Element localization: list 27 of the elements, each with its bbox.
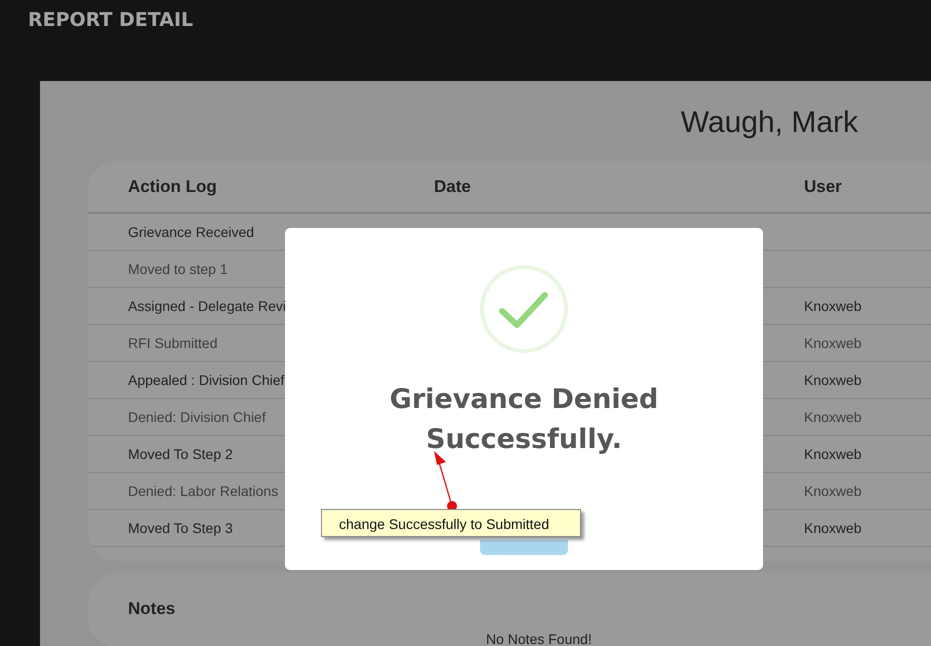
table-cell: Knoxweb: [804, 520, 862, 536]
column-header: Date: [434, 176, 472, 196]
confirm-button[interactable]: [480, 540, 568, 555]
table-cell: RFI Submitted: [128, 335, 218, 351]
table-cell: Knoxweb: [804, 483, 862, 499]
page-title: REPORT DETAIL: [28, 9, 194, 31]
column-header: User: [804, 176, 843, 196]
table-cell: Grievance Received: [128, 224, 254, 240]
table-cell: Knoxweb: [804, 409, 862, 425]
table-cell: Denied: Labor Relations: [128, 483, 278, 499]
column-header: Action Log: [128, 176, 218, 196]
table-cell: Knoxweb: [804, 372, 862, 388]
table-cell: Assigned - Delegate Revi: [128, 298, 286, 314]
table-cell: Moved To Step 2: [128, 446, 233, 462]
person-name: Waugh, Mark: [680, 105, 859, 141]
checkmark-icon: [479, 264, 569, 354]
table-cell: Appealed : Division Chief: [128, 372, 284, 388]
table-cell: Knoxweb: [804, 335, 862, 351]
annotation-tooltip: change Successfully to Submitted: [321, 509, 581, 537]
dialog-message: Grievance Denied Successfully.: [388, 383, 660, 457]
table-cell: Knoxweb: [804, 298, 862, 314]
table-cell: Moved To Step 3: [128, 520, 233, 536]
table-cell: Moved to step 1: [128, 261, 228, 277]
table-cell: Denied: Division Chief: [128, 409, 266, 425]
table-cell: Knoxweb: [804, 446, 862, 462]
notes-title: Notes: [128, 599, 176, 619]
empty-message: No Notes Found!: [486, 631, 592, 646]
